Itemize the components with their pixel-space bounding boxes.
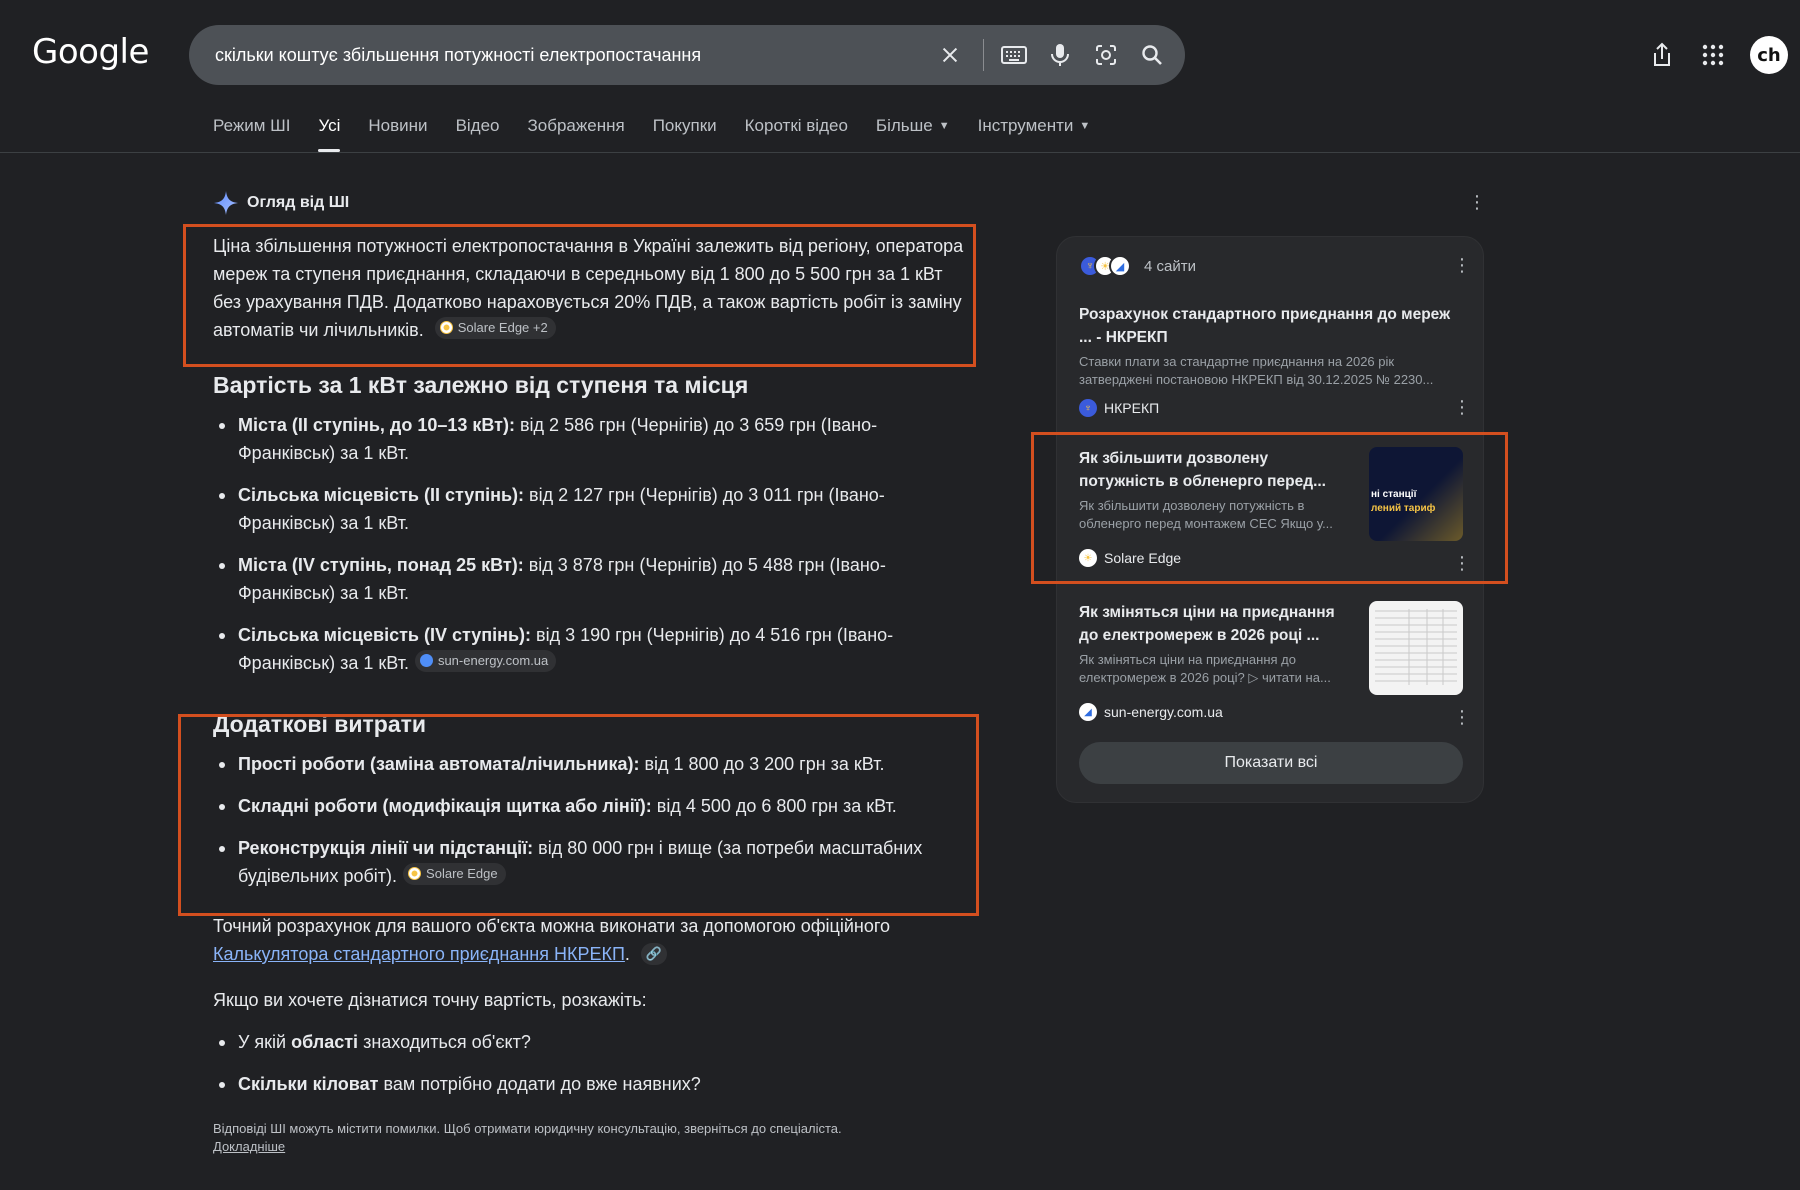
- clear-icon[interactable]: [935, 40, 965, 70]
- tab-more[interactable]: Більше ▼: [876, 116, 950, 152]
- google-logo[interactable]: Google: [32, 32, 149, 72]
- nkrekp-icon: ♆: [1079, 399, 1097, 417]
- ai-overview-title: Огляд від ШІ: [247, 194, 350, 211]
- ai-disclaimer: Відповіді ШІ можуть містити помилки. Щоб…: [213, 1120, 973, 1156]
- source-snippet: Як зміняться ціни на приєднання до елект…: [1079, 652, 1331, 685]
- item-label: Міста (II ступінь, до 10–13 кВт):: [238, 415, 515, 435]
- source-card[interactable]: Розрахунок стандартного приєднання до ме…: [1079, 303, 1463, 417]
- ask-list: У якій області знаходиться об'єкт? Скіль…: [213, 1028, 973, 1098]
- source-title[interactable]: Як зміняться ціни на приєднання до елект…: [1079, 601, 1349, 647]
- source-chip[interactable]: sun-energy.com.ua: [414, 649, 557, 672]
- list-item: У якій області знаходиться об'єкт?: [213, 1028, 973, 1056]
- list-item: Сільська місцевість (IV ступінь): від 3 …: [213, 621, 973, 677]
- source-favicons: ♆ ☀ ◢: [1079, 255, 1131, 277]
- more-options-icon[interactable]: ⋮: [1453, 397, 1471, 418]
- calculator-link[interactable]: Калькулятора стандартного приєднання НКР…: [213, 944, 625, 964]
- item-text: знаходиться об'єкт?: [358, 1032, 531, 1052]
- account-avatar[interactable]: ch: [1750, 36, 1788, 74]
- source-title[interactable]: Розрахунок стандартного приєднання до ме…: [1079, 303, 1463, 349]
- section-title: Вартість за 1 кВт залежно від ступеня та…: [213, 372, 749, 398]
- sources-header: ♆ ☀ ◢ 4 сайти: [1079, 255, 1196, 277]
- ai-overview-content: Ціна збільшення потужності електропостач…: [213, 232, 973, 1156]
- source-site: ◢ sun-energy.com.ua: [1079, 703, 1349, 721]
- item-text: У якій: [238, 1032, 292, 1052]
- tab-ai-mode[interactable]: Режим ШІ: [213, 116, 290, 152]
- search-divider: [983, 39, 984, 71]
- list-item: Сільська місцевість (II ступінь): від 2 …: [213, 481, 973, 537]
- table-preview-image: [1375, 609, 1457, 685]
- ai-sparkle-icon: [214, 191, 238, 215]
- tab-short-videos[interactable]: Короткі відео: [745, 116, 848, 152]
- link-chip[interactable]: 🔗: [640, 943, 668, 965]
- calculator-paragraph: Точний розрахунок для вашого об'єкта мож…: [213, 912, 973, 968]
- learn-more-link[interactable]: Докладніше: [213, 1139, 285, 1154]
- tab-news[interactable]: Новини: [368, 116, 427, 152]
- item-label: Міста (IV ступінь, понад 25 кВт):: [238, 555, 524, 575]
- more-options-icon[interactable]: ⋮: [1453, 255, 1471, 276]
- sun-energy-icon: [419, 654, 433, 667]
- more-options-icon[interactable]: ⋮: [1453, 707, 1471, 728]
- caret-down-icon: ▼: [938, 120, 950, 132]
- caret-down-icon: ▼: [1079, 120, 1091, 132]
- calculator-text: Точний розрахунок для вашого об'єкта мож…: [213, 916, 891, 936]
- highlight-box: [1031, 432, 1508, 584]
- source-snippet: Ставки плати за стандартне приєднання на…: [1079, 354, 1434, 387]
- item-bold: області: [291, 1032, 359, 1052]
- chip-label: sun-energy.com.ua: [437, 652, 549, 668]
- source-thumbnail[interactable]: [1369, 601, 1463, 695]
- tab-tools[interactable]: Інструменти ▼: [978, 116, 1091, 152]
- list-item: Міста (II ступінь, до 10–13 кВт): від 2 …: [213, 411, 973, 467]
- microphone-icon[interactable]: [1045, 40, 1075, 70]
- price-list: Міста (II ступінь, до 10–13 кВт): від 2 …: [213, 411, 973, 677]
- site-name: НКРЕКП: [1104, 400, 1160, 416]
- item-text: вам потрібно додати до вже наявних?: [378, 1074, 701, 1094]
- item-label: Сільська місцевість (IV ступінь):: [238, 625, 532, 645]
- item-label: Сільська місцевість (II ступінь):: [238, 485, 525, 505]
- sun-energy-icon: ◢: [1109, 255, 1131, 277]
- ai-overview-header: Огляд від ШІ: [213, 190, 349, 216]
- search-tabs: Режим ШІ Усі Новини Відео Зображення Пок…: [213, 116, 1118, 152]
- camera-lens-icon[interactable]: [1091, 40, 1121, 70]
- period: .: [624, 944, 630, 964]
- list-item: Скільки кіловат вам потрібно додати до в…: [213, 1070, 973, 1098]
- disclaimer-text: Відповіді ШІ можуть містити помилки. Щоб…: [213, 1121, 842, 1136]
- search-icon[interactable]: [1137, 40, 1167, 70]
- list-item: Міста (IV ступінь, понад 25 кВт): від 3 …: [213, 551, 973, 607]
- share-icon[interactable]: [1645, 38, 1679, 72]
- tabs-divider: [0, 152, 1800, 153]
- tab-all[interactable]: Усі: [318, 116, 340, 152]
- tab-video[interactable]: Відео: [456, 116, 500, 152]
- link-icon: 🔗: [645, 946, 663, 961]
- more-options-icon[interactable]: ⋮: [1468, 192, 1486, 213]
- apps-grid-icon[interactable]: [1696, 38, 1730, 72]
- sites-count: 4 сайти: [1144, 257, 1196, 275]
- tab-images[interactable]: Зображення: [528, 116, 625, 152]
- site-name: sun-energy.com.ua: [1104, 704, 1223, 720]
- keyboard-icon[interactable]: [999, 40, 1029, 70]
- search-bar: [189, 25, 1185, 85]
- highlight-box: [178, 714, 979, 916]
- tab-shopping[interactable]: Покупки: [653, 116, 717, 152]
- source-card[interactable]: Як зміняться ціни на приєднання до елект…: [1079, 601, 1349, 721]
- ask-paragraph: Якщо ви хочете дізнатися точну вартість,…: [213, 990, 647, 1010]
- item-bold: Скільки кіловат: [238, 1074, 379, 1094]
- sun-energy-icon: ◢: [1079, 703, 1097, 721]
- source-site: ♆ НКРЕКП: [1079, 399, 1463, 417]
- highlight-box: [183, 224, 976, 367]
- show-all-button[interactable]: Показати всі: [1079, 742, 1463, 784]
- search-input[interactable]: [215, 25, 915, 85]
